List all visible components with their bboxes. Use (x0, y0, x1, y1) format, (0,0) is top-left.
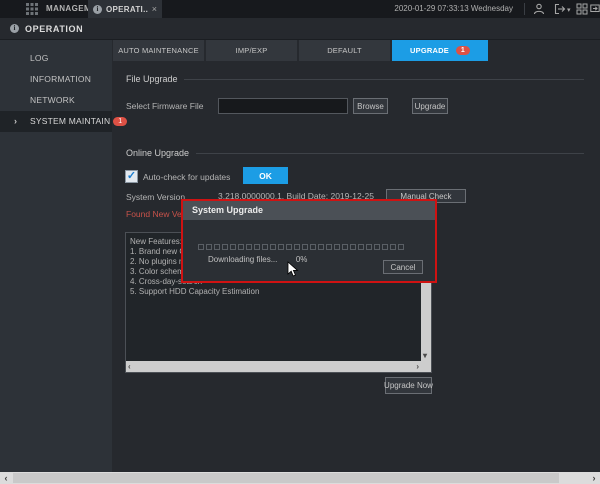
progress-segment (374, 244, 380, 250)
progress-segment (334, 244, 340, 250)
upgrade-button[interactable]: Upgrade (412, 98, 448, 114)
alert-badge: 1 (113, 117, 127, 126)
section-title-file-upgrade: File Upgrade (126, 74, 178, 84)
caret-down-icon[interactable]: ▾ (567, 7, 571, 14)
top-tab-bar: MANAGEMENT i OPERATI... × 2020-01-29 07:… (0, 0, 600, 18)
alert-badge: 1 (456, 46, 470, 55)
progress-segment (342, 244, 348, 250)
progress-segment (326, 244, 332, 250)
sidebar-item-network[interactable]: NETWORK (0, 90, 112, 111)
check-icon: ✓ (127, 170, 136, 182)
datetime-label: 2020-01-29 07:33:13 Wednesday (394, 0, 513, 18)
tab-auto-maintenance[interactable]: AUTO MAINTENANCE (113, 40, 204, 61)
tab-label: IMP/EXP (236, 46, 268, 55)
info-icon: i (93, 5, 102, 14)
cancel-button[interactable]: Cancel (383, 260, 423, 274)
app-window: MANAGEMENT i OPERATI... × 2020-01-29 07:… (0, 0, 600, 484)
feature-item: 5. Support HDD Capacity Estimation (126, 287, 431, 297)
browse-button[interactable]: Browse (353, 98, 388, 114)
system-upgrade-dialog: System Upgrade Downloading files... 0% C… (181, 199, 437, 283)
scroll-left-icon[interactable]: ‹ (0, 472, 12, 484)
tab-label: AUTO MAINTENANCE (118, 46, 199, 55)
progress-segment (318, 244, 324, 250)
features-horizontal-scrollbar[interactable]: ‹ › (126, 361, 421, 372)
autocheck-checkbox[interactable]: ✓ (125, 170, 138, 183)
system-version-label: System Version (126, 192, 185, 202)
progress-segment (382, 244, 388, 250)
section-title-online-upgrade: Online Upgrade (126, 148, 189, 158)
firmware-file-label: Select Firmware File (126, 101, 203, 111)
info-icon: i (10, 24, 19, 33)
apps-grid-icon[interactable] (26, 3, 38, 15)
page-title: OPERATION (25, 24, 83, 34)
sidebar-item-label: INFORMATION (30, 74, 91, 84)
progress-segment (358, 244, 364, 250)
tab-upgrade[interactable]: UPGRADE 1 (392, 40, 488, 61)
mouse-cursor-icon (287, 261, 299, 278)
grid-view-icon[interactable] (576, 3, 588, 15)
scrollbar-corner (421, 361, 431, 372)
progress-segment (198, 244, 204, 250)
page-header: i OPERATION (0, 18, 600, 40)
sidebar-item-log[interactable]: LOG (0, 48, 112, 69)
sidebar-item-label: LOG (30, 53, 49, 63)
chevron-right-icon: › (14, 111, 17, 132)
topbar-divider (524, 3, 525, 15)
status-text: Downloading files... (208, 255, 277, 264)
sidebar-item-label: SYSTEM MAINTAIN (30, 116, 110, 126)
close-tab-icon[interactable]: × (152, 5, 157, 14)
sidebar-item-information[interactable]: INFORMATION (0, 69, 112, 90)
upgrade-now-button[interactable]: Upgrade Now (385, 377, 432, 394)
tab-label: DEFAULT (327, 46, 362, 55)
section-divider (196, 153, 584, 154)
section-divider (184, 79, 584, 80)
scroll-down-icon[interactable]: ▾ (423, 351, 427, 361)
scroll-right-icon[interactable]: › (416, 362, 419, 372)
firmware-file-input[interactable] (218, 98, 348, 114)
autocheck-label: Auto-check for updates (143, 172, 230, 182)
progress-segment (390, 244, 396, 250)
tab-imp-exp[interactable]: IMP/EXP (206, 40, 297, 61)
scroll-right-icon[interactable]: › (588, 472, 600, 484)
tab-operation-label: OPERATI... (106, 5, 148, 14)
progress-segment (398, 244, 404, 250)
scroll-left-icon[interactable]: ‹ (128, 362, 131, 372)
progress-segment (366, 244, 372, 250)
display-icon[interactable] (590, 3, 600, 15)
sidebar-item-label: NETWORK (30, 95, 75, 105)
tab-default[interactable]: DEFAULT (299, 40, 390, 61)
sidebar: LOG INFORMATION NETWORK › SYSTEM MAINTAI… (0, 40, 112, 472)
scrollbar-thumb[interactable] (13, 473, 559, 483)
progress-segment (310, 244, 316, 250)
user-icon[interactable] (533, 3, 545, 15)
logout-icon[interactable] (554, 3, 566, 15)
tab-label: UPGRADE (410, 46, 449, 55)
tab-operation-active[interactable]: i OPERATI... × (88, 0, 162, 18)
progress-segment (350, 244, 356, 250)
sidebar-item-system-maintain[interactable]: › SYSTEM MAINTAIN1 (0, 111, 112, 132)
ok-button[interactable]: OK (243, 167, 288, 184)
dialog-title: System Upgrade (183, 201, 435, 220)
